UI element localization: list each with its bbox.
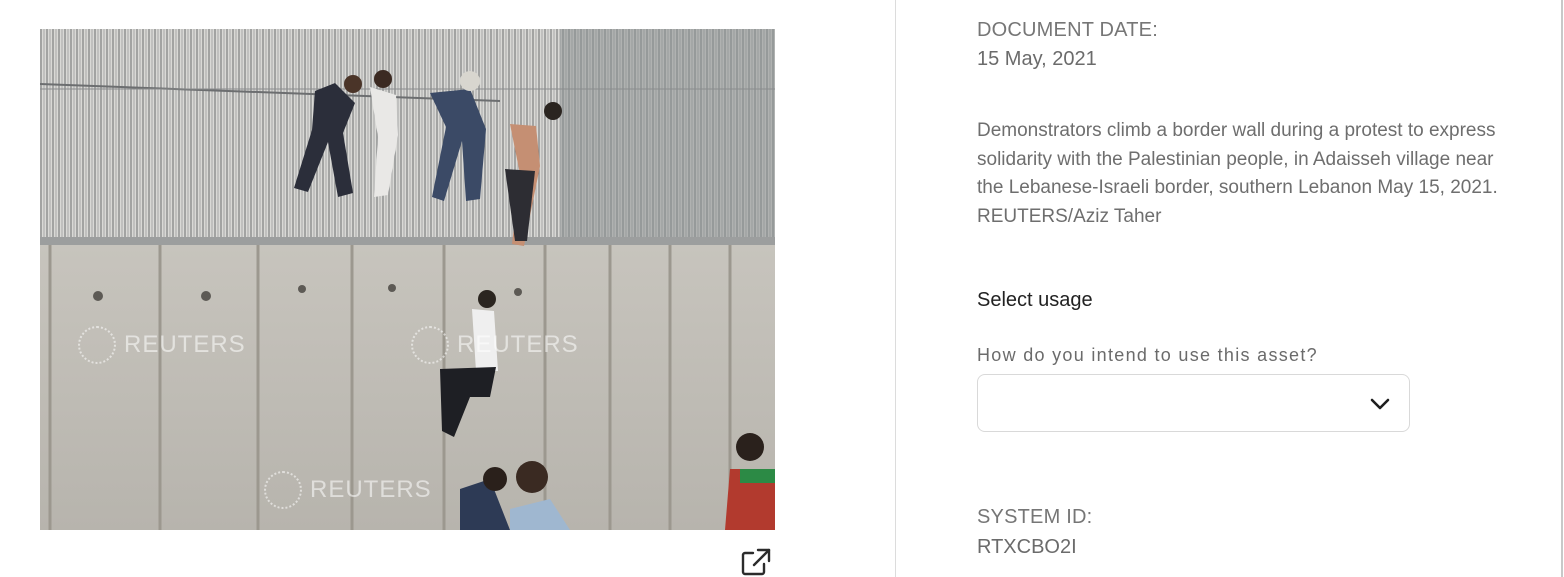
usage-select[interactable] <box>977 374 1410 432</box>
reuters-logo-icon <box>264 471 302 509</box>
photo-watermark: REUTERS <box>411 326 579 364</box>
external-link-icon[interactable] <box>741 548 771 576</box>
reuters-logo-icon <box>411 326 449 364</box>
photo-illustration <box>40 29 775 530</box>
document-date-label: DOCUMENT DATE: <box>977 19 1158 41</box>
system-id-value: RTXCBO2I <box>977 536 1077 558</box>
asset-caption: Demonstrators climb a border wall during… <box>977 120 1498 227</box>
photo-watermark: REUTERS <box>264 471 432 509</box>
asset-detail-page: REUTERS REUTERS REUTERS DOCUMENT DATE: 1… <box>0 0 1564 577</box>
usage-question-label: How do you intend to use this asset? <box>977 345 1318 365</box>
select-usage-title: Select usage <box>977 289 1093 311</box>
document-date-value: 15 May, 2021 <box>977 48 1097 70</box>
asset-photo[interactable]: REUTERS REUTERS REUTERS <box>40 29 775 530</box>
system-id-label: SYSTEM ID: <box>977 506 1093 528</box>
panel-divider <box>895 0 896 577</box>
chevron-down-icon <box>1370 398 1390 410</box>
photo-watermark: REUTERS <box>78 326 246 364</box>
reuters-logo-icon <box>78 326 116 364</box>
scrollbar[interactable] <box>1561 0 1563 577</box>
